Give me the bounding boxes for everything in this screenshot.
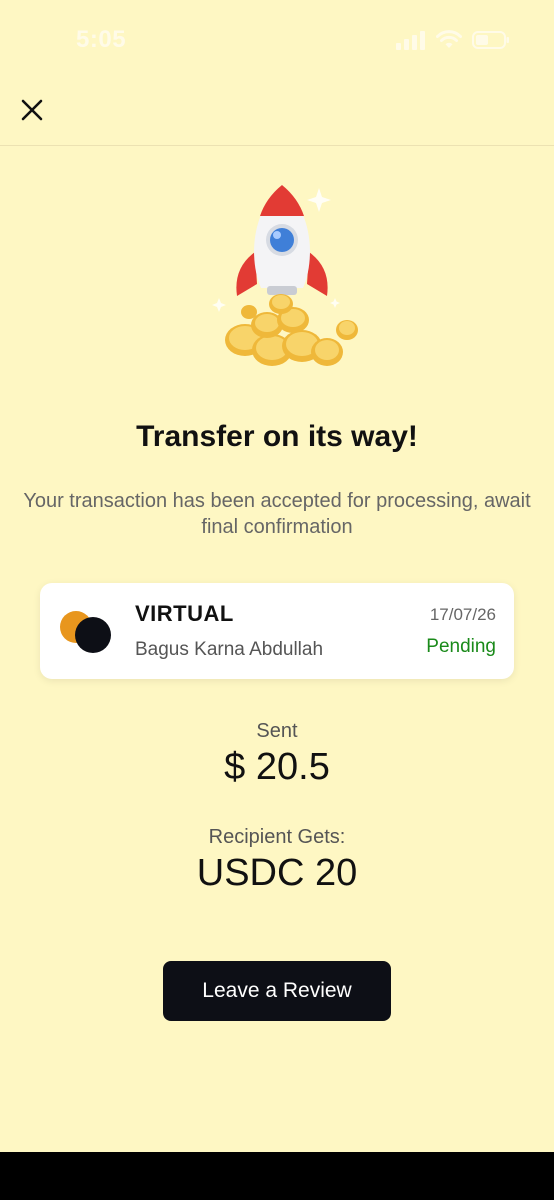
sent-label: Sent — [256, 720, 298, 742]
sent-amount: $ 20.5 — [224, 746, 330, 788]
close-button[interactable] — [14, 92, 50, 128]
page-subtitle: Your transaction has been accepted for p… — [23, 490, 531, 538]
status-bar: 5:05 — [0, 0, 554, 80]
payment-method-logo — [60, 611, 111, 653]
leave-review-button[interactable]: Leave a Review — [163, 961, 391, 1021]
recipient-name: Bagus Karna Abdullah — [135, 639, 324, 660]
status-time: 5:05 — [76, 26, 127, 53]
transaction-card: VIRTUAL Bagus Karna Abdullah 17/07/26 Pe… — [40, 583, 514, 679]
battery-icon — [472, 31, 509, 49]
close-icon — [21, 99, 43, 121]
wifi-icon — [436, 30, 462, 48]
status-icons — [396, 30, 510, 50]
payment-method-name: VIRTUAL — [135, 601, 234, 626]
page-title: Transfer on its way! — [136, 420, 418, 453]
status-badge: Pending — [426, 636, 496, 657]
rocket-with-coins-icon — [212, 185, 358, 366]
bottom-bar — [0, 1152, 554, 1200]
header-divider — [0, 145, 554, 146]
transaction-date: 17/07/26 — [429, 605, 496, 624]
recipient-gets-amount: USDC 20 — [196, 852, 358, 894]
recipient-gets-label: Recipient Gets: — [208, 826, 346, 848]
signal-icon — [396, 31, 425, 50]
